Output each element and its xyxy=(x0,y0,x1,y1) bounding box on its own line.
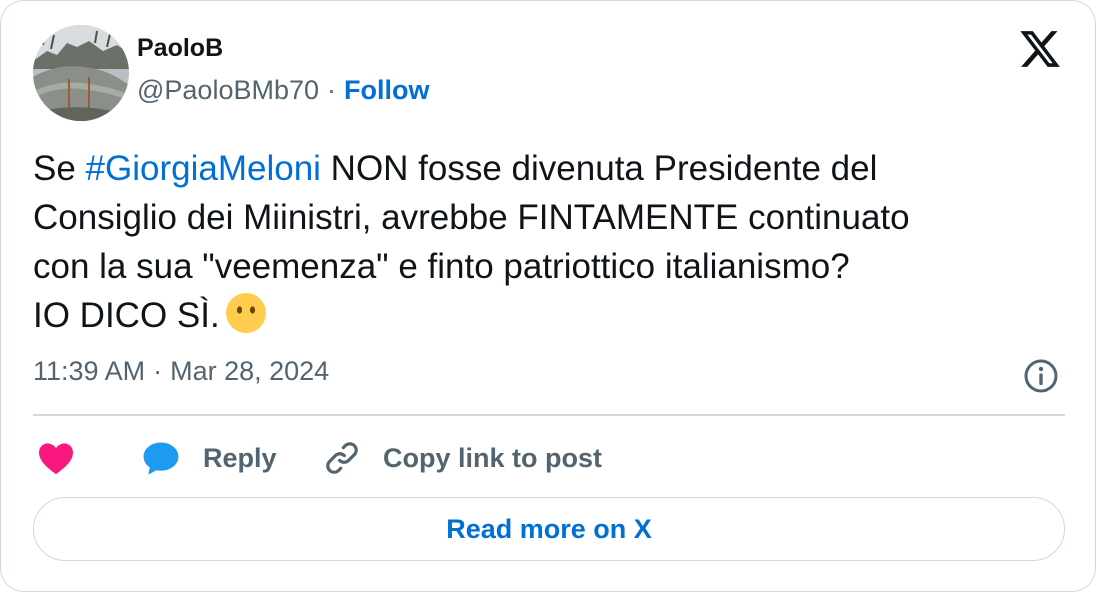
copy-link-button[interactable]: Copy link to post xyxy=(323,433,602,483)
face-without-mouth-emoji-icon xyxy=(225,293,266,333)
tweet-embed-card: PaoloB @PaoloBMb70 · Follow Se #GiorgiaMel… xyxy=(0,0,1096,592)
tweet-time: 11:39 AM xyxy=(33,356,146,386)
tweet-text-line: con la sua "veemenza" e finto patriottic… xyxy=(33,247,850,286)
author-meta-line: @PaoloBMb70 · Follow xyxy=(137,75,430,106)
tweet-timestamp[interactable]: 11:39 AM · Mar 28, 2024 xyxy=(33,356,329,387)
tweet-text-segment: Se xyxy=(33,149,86,188)
like-button[interactable] xyxy=(37,433,75,483)
reply-bubble-icon xyxy=(143,442,179,475)
hashtag-link[interactable]: #GiorgiaMeloni xyxy=(86,149,321,188)
tweet-date: Mar 28, 2024 xyxy=(170,356,330,386)
link-icon xyxy=(326,442,358,474)
divider xyxy=(33,414,1065,416)
avatar-image xyxy=(33,25,129,121)
action-bar: Reply Copy link to post xyxy=(33,433,1065,483)
read-more-button[interactable]: Read more on X xyxy=(33,497,1065,561)
tweet-text-segment: NON fosse divenuta Presidente del xyxy=(320,149,878,188)
heart-icon xyxy=(39,443,73,475)
x-logo-icon[interactable] xyxy=(1017,27,1063,71)
copy-link-label: Copy link to post xyxy=(383,442,602,473)
tweet-text: Se #GiorgiaMeloni NON fosse divenuta Pre… xyxy=(33,144,1063,340)
reply-label: Reply xyxy=(203,442,277,473)
follow-button[interactable]: Follow xyxy=(344,75,429,105)
author-handle[interactable]: @PaoloBMb70 xyxy=(137,75,319,105)
tweet-text-line: IO DICO SÌ. xyxy=(33,296,220,335)
info-icon[interactable] xyxy=(1023,358,1059,394)
avatar[interactable] xyxy=(33,25,129,121)
handle-separator: · xyxy=(327,75,337,105)
timestamp-separator: · xyxy=(153,356,163,386)
author-name[interactable]: PaoloB xyxy=(137,34,223,63)
reply-button[interactable]: Reply xyxy=(141,433,277,483)
tweet-text-line: Consiglio dei Miinistri, avrebbe FINTAME… xyxy=(33,198,910,237)
